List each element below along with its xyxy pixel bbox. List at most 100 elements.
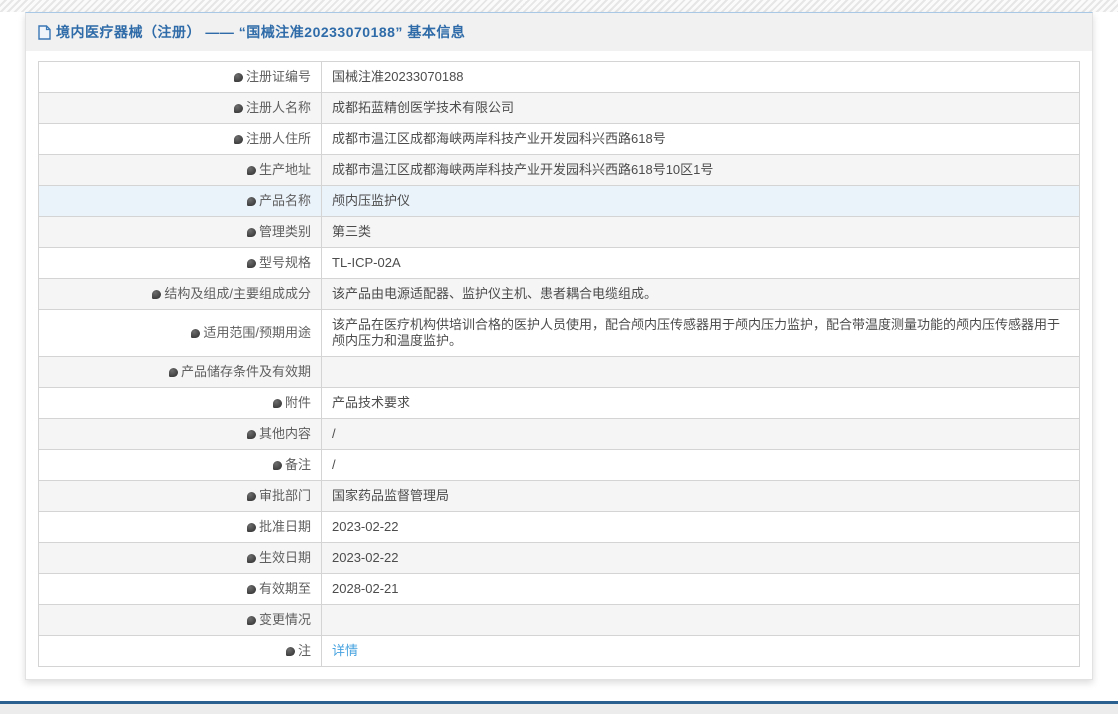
balloon-icon: [246, 492, 256, 501]
row-label: 有效期至: [38, 573, 322, 605]
balloon-icon: [246, 430, 256, 439]
row-label-text: 产品名称: [258, 193, 311, 208]
row-value: 国械注准20233070188: [321, 61, 1080, 93]
row-value: 第三类: [321, 216, 1080, 248]
row-label: 产品储存条件及有效期: [38, 356, 322, 388]
detail-link[interactable]: 详情: [332, 643, 358, 658]
row-value: [321, 604, 1080, 636]
balloon-icon: [191, 329, 201, 338]
row-label: 注册证编号: [38, 61, 322, 93]
row-label: 注册人名称: [38, 92, 322, 124]
row-label: 批准日期: [38, 511, 322, 543]
table-row: 审批部门 国家药品监督管理局: [38, 480, 1080, 512]
row-value: 国家药品监督管理局: [321, 480, 1080, 512]
table-row: 附件 产品技术要求: [38, 387, 1080, 419]
table-row: 注册人住所 成都市温江区成都海峡两岸科技产业开发园科兴西路618号: [38, 123, 1080, 155]
balloon-icon: [246, 166, 256, 175]
row-label-text: 结构及组成/主要组成成分: [164, 286, 311, 301]
row-label: 产品名称: [38, 185, 322, 217]
table-row: 变更情况: [38, 604, 1080, 636]
table-row: 产品名称 颅内压监护仪: [38, 185, 1080, 217]
row-label-text: 其他内容: [258, 426, 311, 441]
row-label-text: 变更情况: [258, 612, 311, 627]
balloon-icon: [246, 228, 256, 237]
table-row: 生产地址 成都市温江区成都海峡两岸科技产业开发园科兴西路618号10区1号: [38, 154, 1080, 186]
row-label: 备注: [38, 449, 322, 481]
balloon-icon: [233, 73, 243, 82]
row-value: 成都市温江区成都海峡两岸科技产业开发园科兴西路618号: [321, 123, 1080, 155]
row-label-text: 附件: [284, 395, 311, 410]
row-value: 2023-02-22: [321, 511, 1080, 543]
balloon-icon: [246, 197, 256, 206]
row-label-text: 备注: [284, 457, 311, 472]
row-label: 附件: [38, 387, 322, 419]
table-row: 产品储存条件及有效期: [38, 356, 1080, 388]
row-label-text: 注册人住所: [245, 131, 311, 146]
balloon-icon: [272, 461, 282, 470]
table-row: 备注 /: [38, 449, 1080, 481]
row-value: 该产品由电源适配器、监护仪主机、患者耦合电缆组成。: [321, 278, 1080, 310]
row-label-text: 适用范围/预期用途: [203, 325, 311, 340]
page-title: 境内医疗器械（注册） —— “国械注准20233070188” 基本信息: [56, 24, 466, 40]
row-label-text: 注册人名称: [245, 100, 311, 115]
panel-header: 境内医疗器械（注册） —— “国械注准20233070188” 基本信息: [26, 13, 1092, 51]
row-value: /: [321, 449, 1080, 481]
row-label-text: 注: [297, 643, 311, 658]
table-wrap: 注册证编号 国械注准20233070188 注册人名称 成都拓蓝精创医学技术有限…: [26, 51, 1092, 679]
row-label: 注: [38, 635, 322, 667]
table-row: 适用范围/预期用途 该产品在医疗机构供培训合格的医护人员使用，配合颅内压传感器用…: [38, 309, 1080, 357]
document-icon: [38, 24, 51, 40]
row-label-text: 审批部门: [258, 488, 311, 503]
row-label: 生产地址: [38, 154, 322, 186]
row-label: 其他内容: [38, 418, 322, 450]
row-value: 产品技术要求: [321, 387, 1080, 419]
table-row: 有效期至 2028-02-21: [38, 573, 1080, 605]
row-value: 详情: [321, 635, 1080, 667]
row-value: 2023-02-22: [321, 542, 1080, 574]
row-label-text: 生产地址: [258, 162, 311, 177]
table-row: 注册人名称 成都拓蓝精创医学技术有限公司: [38, 92, 1080, 124]
row-value: TL-ICP-02A: [321, 247, 1080, 279]
balloon-icon: [233, 104, 243, 113]
row-value: [321, 356, 1080, 388]
row-value: 成都市温江区成都海峡两岸科技产业开发园科兴西路618号10区1号: [321, 154, 1080, 186]
row-label: 生效日期: [38, 542, 322, 574]
table-row: 批准日期 2023-02-22: [38, 511, 1080, 543]
row-label-text: 生效日期: [258, 550, 311, 565]
row-label: 管理类别: [38, 216, 322, 248]
row-value: 该产品在医疗机构供培训合格的医护人员使用，配合颅内压传感器用于颅内压力监护，配合…: [321, 309, 1080, 357]
page-footer: [0, 701, 1118, 714]
row-label-text: 注册证编号: [245, 69, 311, 84]
table-row: 结构及组成/主要组成成分 该产品由电源适配器、监护仪主机、患者耦合电缆组成。: [38, 278, 1080, 310]
balloon-icon: [246, 616, 256, 625]
registration-info-table: 注册证编号 国械注准20233070188 注册人名称 成都拓蓝精创医学技术有限…: [38, 61, 1080, 667]
registration-panel: 境内医疗器械（注册） —— “国械注准20233070188” 基本信息 注册证…: [25, 12, 1093, 680]
balloon-icon: [246, 554, 256, 563]
row-label-text: 管理类别: [258, 224, 311, 239]
table-row: 注册证编号 国械注准20233070188: [38, 61, 1080, 93]
table-row: 生效日期 2023-02-22: [38, 542, 1080, 574]
balloon-icon: [246, 259, 256, 268]
balloon-icon: [285, 647, 295, 656]
row-value: 颅内压监护仪: [321, 185, 1080, 217]
row-label-text: 有效期至: [258, 581, 311, 596]
row-label: 变更情况: [38, 604, 322, 636]
balloon-icon: [272, 399, 282, 408]
table-row: 管理类别 第三类: [38, 216, 1080, 248]
row-label-text: 型号规格: [258, 255, 311, 270]
balloon-icon: [233, 135, 243, 144]
row-value: 2028-02-21: [321, 573, 1080, 605]
row-label: 结构及组成/主要组成成分: [38, 278, 322, 310]
balloon-icon: [168, 368, 178, 377]
row-value: 成都拓蓝精创医学技术有限公司: [321, 92, 1080, 124]
table-row: 注 详情: [38, 635, 1080, 667]
page-top-stripes: [0, 0, 1118, 12]
balloon-icon: [246, 523, 256, 532]
balloon-icon: [152, 290, 162, 299]
row-label: 注册人住所: [38, 123, 322, 155]
row-label: 审批部门: [38, 480, 322, 512]
table-row: 其他内容 /: [38, 418, 1080, 450]
row-label: 适用范围/预期用途: [38, 309, 322, 357]
balloon-icon: [246, 585, 256, 594]
table-row: 型号规格 TL-ICP-02A: [38, 247, 1080, 279]
